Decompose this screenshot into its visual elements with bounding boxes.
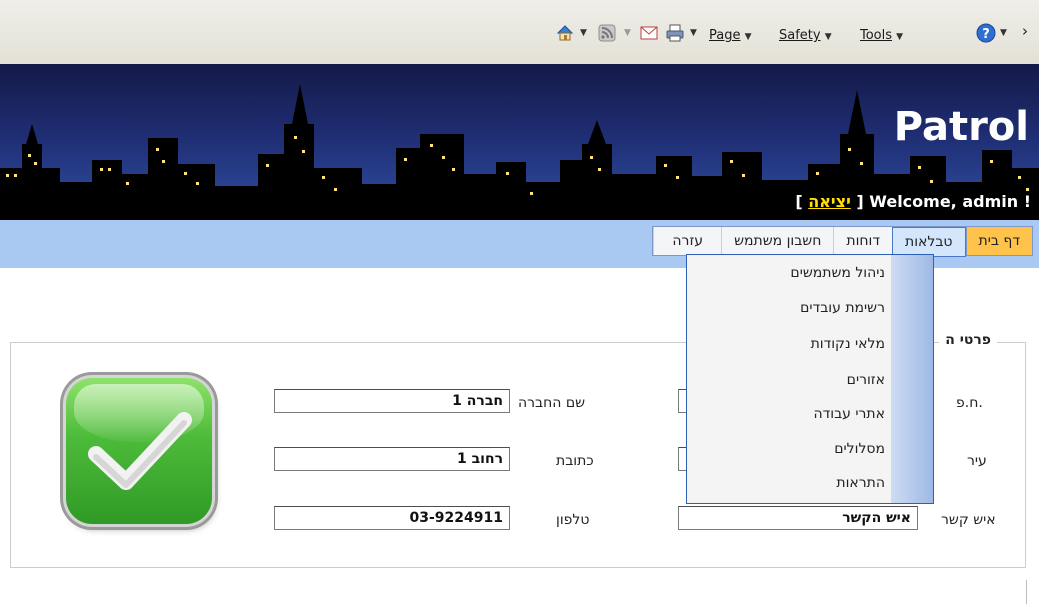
dropdown-item-employees[interactable]: רשימת עובדים xyxy=(800,300,885,316)
details-legend: פרטי ה xyxy=(939,332,997,348)
hp-label: ח.פ. xyxy=(956,395,983,411)
read-mail-icon[interactable] xyxy=(640,24,658,42)
dropdown-side-stripe xyxy=(891,255,933,503)
main-menu: דף בית טבלאות דוחות חשבון משתמש עזרה xyxy=(652,226,1033,257)
address-label: כתובת xyxy=(556,453,594,469)
help-dropdown-arrow[interactable]: ▼ xyxy=(1000,28,1007,38)
phone-label: טלפון xyxy=(556,512,590,528)
check-icon xyxy=(66,378,212,524)
app-logo: Patrol xyxy=(893,104,1029,150)
print-icon[interactable] xyxy=(666,24,684,42)
city-label: עיר xyxy=(967,453,987,469)
check-mark-graphic xyxy=(88,412,192,490)
safety-menu[interactable]: Safety ▼ xyxy=(779,28,832,43)
tables-dropdown-menu: ניהול משתמשים רשימת עובדים מלאי נקודות א… xyxy=(686,254,934,504)
welcome-text: Welcome, admin ! xyxy=(869,192,1031,211)
contact-field[interactable] xyxy=(678,506,918,530)
menu-item-reports[interactable]: דוחות xyxy=(833,227,892,255)
dropdown-item-alerts[interactable]: התראות xyxy=(836,475,885,491)
logout-link[interactable]: יציאה xyxy=(808,192,851,211)
phone-field[interactable] xyxy=(274,506,510,530)
ie-command-bar: ▼ ▼ ▼ Page ▼ Safety ▼ Tools ▼ ? ▼ › xyxy=(0,0,1039,65)
tools-menu[interactable]: Tools ▼ xyxy=(860,28,903,43)
menu-item-user-account[interactable]: חשבון משתמש xyxy=(721,227,833,255)
contact-label: איש קשר xyxy=(941,512,996,528)
more-chevron-icon[interactable]: › xyxy=(1022,22,1028,40)
scroll-edge-line xyxy=(1026,580,1027,604)
logout-bracket-close: ] xyxy=(856,192,864,211)
home-dropdown-arrow[interactable]: ▼ xyxy=(580,28,587,38)
menu-item-help[interactable]: עזרה xyxy=(653,227,721,255)
logout-bracket-open: [ xyxy=(795,192,803,211)
company-name-field[interactable] xyxy=(274,389,510,413)
page-menu[interactable]: Page ▼ xyxy=(709,28,752,43)
address-field[interactable] xyxy=(274,447,510,471)
dropdown-item-points-inventory[interactable]: מלאי נקודות xyxy=(811,336,885,352)
svg-text:?: ? xyxy=(982,27,990,42)
help-icon[interactable]: ? xyxy=(976,23,996,43)
welcome-line: [ יציאה ] Welcome, admin ! xyxy=(795,192,1031,211)
dropdown-item-areas[interactable]: אזורים xyxy=(847,372,885,388)
dropdown-item-work-sites[interactable]: אתרי עבודה xyxy=(813,406,885,422)
company-name-label: שם החברה xyxy=(518,395,586,411)
site-banner: Patrol [ יציאה ] Welcome, admin ! xyxy=(0,64,1039,220)
feeds-icon[interactable] xyxy=(598,24,616,42)
menu-item-tables[interactable]: טבלאות xyxy=(892,227,966,257)
menu-item-home[interactable]: דף בית xyxy=(965,227,1032,255)
home-icon[interactable] xyxy=(556,24,574,42)
print-dropdown-arrow[interactable]: ▼ xyxy=(690,28,697,38)
dropdown-item-users[interactable]: ניהול משתמשים xyxy=(790,265,885,281)
dropdown-item-routes[interactable]: מסלולים xyxy=(834,441,885,457)
feeds-dropdown-arrow[interactable]: ▼ xyxy=(624,28,631,38)
